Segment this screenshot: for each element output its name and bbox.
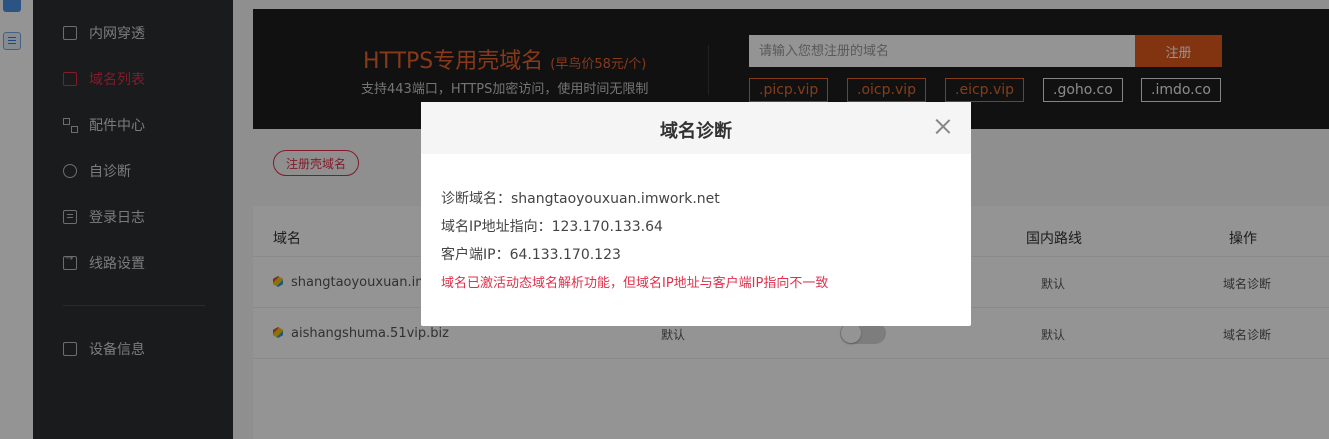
dialog-header: 域名诊断 <box>421 102 971 154</box>
diagnose-domain-line: 诊断域名：shangtaoyouxuan.imwork.net <box>441 191 720 207</box>
mismatch-warning: 域名已激活动态域名解析功能，但域名IP地址与客户端IP指向不一致 <box>441 276 829 291</box>
dialog-title: 域名诊断 <box>660 121 732 142</box>
close-icon[interactable] <box>935 118 951 134</box>
domain-ip-line: 域名IP地址指向：123.170.133.64 <box>441 219 663 235</box>
client-ip-line: 客户端IP：64.133.170.123 <box>441 247 621 263</box>
domain-diagnose-dialog: 域名诊断 诊断域名：shangtaoyouxuan.imwork.net 域名I… <box>421 102 971 326</box>
